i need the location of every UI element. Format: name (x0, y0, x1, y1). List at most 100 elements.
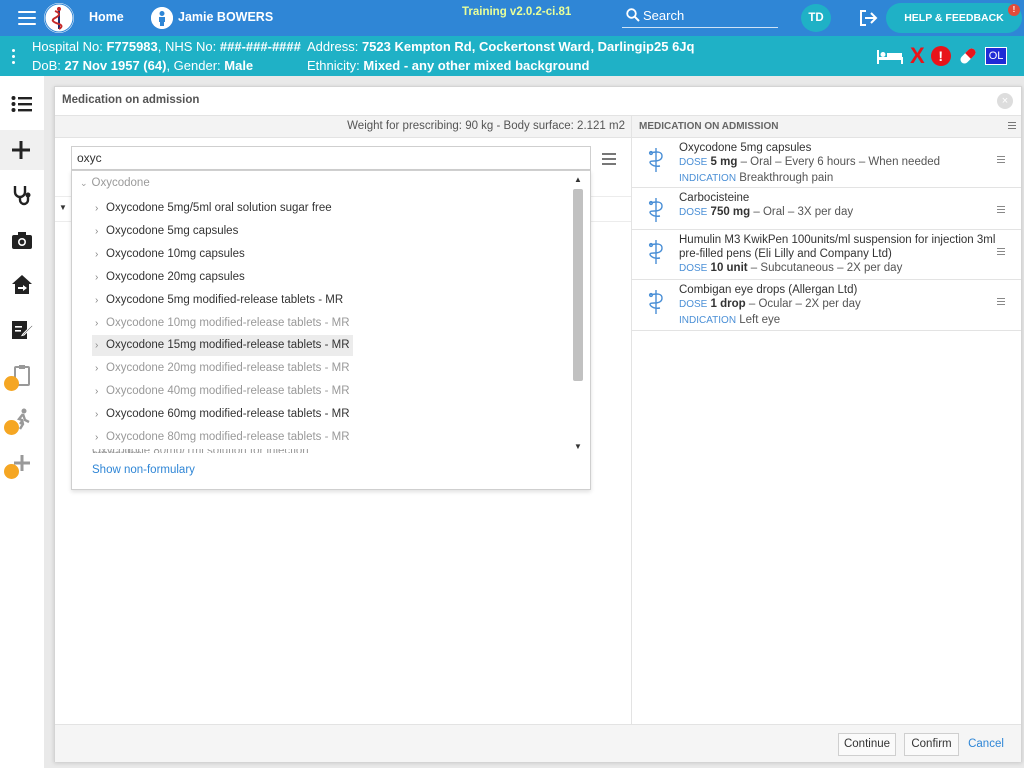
lock-icon (4, 464, 19, 479)
ol-badge[interactable]: OL (984, 47, 1008, 65)
medication-list-header: MEDICATION ON ADMISSION (632, 116, 1021, 138)
camera-icon[interactable] (0, 220, 44, 260)
chevron-right-icon: › (95, 409, 99, 421)
medication-icon (646, 147, 666, 176)
medication-entry[interactable]: Oxycodone 5mg capsules DOSE 5 mg – Oral –… (632, 138, 1021, 188)
continue-button[interactable]: Continue (838, 733, 896, 756)
drug-result-label: Oxycodone 80mg modified-release tablets … (106, 431, 350, 443)
version-label: Training v2.0.2-ci.81 (462, 6, 572, 18)
list-view-icon[interactable] (0, 84, 44, 124)
result-group-label: Oxycodone (91, 177, 150, 189)
dose-detail: – Subcutaneous – 2X per day (747, 262, 903, 274)
medication-menu-icon[interactable] (997, 206, 1005, 215)
drug-result-item[interactable]: › Oxycodone 5mg/5ml oral solution sugar f… (92, 198, 335, 219)
confirm-button[interactable]: Confirm (904, 733, 959, 756)
chevron-right-icon: › (95, 271, 99, 283)
indication-tag: INDICATION (679, 315, 737, 326)
patient-name[interactable]: Jamie BOWERS (178, 10, 273, 24)
patient-banner: Hospital No: F775983, NHS No: ###-###-##… (0, 36, 1024, 76)
chevron-right-icon: › (95, 294, 99, 306)
edit-document-icon[interactable] (0, 308, 44, 348)
medication-entry[interactable]: Combigan eye drops (Allergan Ltd) DOSE 1 … (632, 280, 1021, 331)
global-search[interactable]: Search (622, 5, 778, 28)
hospital-no: F775983 (106, 39, 158, 54)
add-icon[interactable] (0, 130, 44, 170)
lock-icon (4, 376, 19, 391)
medication-name: Combigan eye drops (Allergan Ltd) (679, 284, 858, 296)
app-logo[interactable] (44, 3, 74, 33)
medication-list-pane: MEDICATION ON ADMISSION Oxycodone 5mg ca… (632, 116, 1021, 724)
home-transfer-icon[interactable] (0, 264, 44, 304)
menu-icon[interactable] (18, 11, 36, 25)
bed-icon[interactable] (876, 47, 904, 65)
locked-add-item[interactable] (0, 442, 44, 482)
drug-search-input[interactable] (71, 146, 591, 170)
medication-menu-icon[interactable] (997, 248, 1005, 257)
caret-down-icon[interactable]: ▼ (59, 203, 67, 212)
chevron-right-icon: › (95, 225, 99, 237)
drug-result-item[interactable]: › Oxycodone 10mg modified-release tablets… (92, 313, 353, 334)
dose-value: 5 mg (710, 156, 738, 168)
result-group-header[interactable]: ⌄ Oxycodone (80, 177, 150, 189)
gender-label: , Gender: (166, 58, 221, 73)
cancel-button[interactable]: Cancel (965, 733, 1007, 756)
list-options-icon[interactable] (602, 153, 616, 168)
results-list[interactable]: ⌄ Oxycodone › Oxycodone 5mg/5ml oral solut… (72, 173, 570, 453)
banner-ids: Hospital No: F775983, NHS No: ###-###-##… (32, 39, 301, 54)
locked-clipboard-item[interactable] (0, 354, 44, 394)
pill-icon[interactable] (957, 45, 979, 67)
top-bar: Home Jamie BOWERS Training v2.0.2-ci.81 … (0, 0, 1024, 36)
left-rail (0, 76, 44, 768)
help-feedback-button[interactable]: HELP & FEEDBACK ! (886, 3, 1022, 33)
alert-icon[interactable]: ! (930, 46, 951, 66)
dose-value: 10 unit (710, 262, 748, 274)
scrollbar-thumb[interactable] (573, 189, 583, 381)
partial-next-result: Oxycodone 80mg/1ml solution for injectio… (92, 449, 352, 453)
home-link[interactable]: Home (89, 10, 124, 24)
medication-entry[interactable]: Humulin M3 KwikPen 100units/ml suspensio… (632, 230, 1021, 280)
stethoscope-icon[interactable] (0, 174, 44, 214)
chevron-right-icon: › (95, 363, 99, 375)
medication-dose: DOSE 750 mg – Oral – 3X per day (679, 206, 853, 218)
drug-result-item[interactable]: › Oxycodone 20mg capsules (92, 267, 248, 288)
drug-result-item[interactable]: › Oxycodone 5mg capsules (92, 221, 241, 242)
drug-result-item[interactable]: › Oxycodone 10mg capsules (92, 244, 248, 265)
chevron-right-icon: › (95, 340, 99, 352)
show-non-formulary-link[interactable]: Show non-formulary (92, 464, 195, 476)
close-icon[interactable]: × (997, 93, 1013, 109)
drug-result-label: Oxycodone 10mg capsules (106, 247, 245, 260)
user-avatar[interactable]: TD (801, 4, 831, 32)
drug-result-item[interactable]: › Oxycodone 80mg modified-release tablets… (92, 427, 353, 448)
drug-result-item[interactable]: › Oxycodone 40mg modified-release tablets… (92, 381, 353, 402)
medication-name: Oxycodone 5mg capsules (679, 142, 812, 154)
medication-name: Carbocisteine (679, 192, 750, 204)
logout-icon[interactable] (858, 9, 878, 27)
medication-entry[interactable]: Carbocisteine DOSE 750 mg – Oral – 3X per… (632, 188, 1021, 230)
locked-person-item[interactable] (0, 398, 44, 438)
indication-value: Left eye (739, 314, 781, 326)
dob-value: 27 Nov 1957 (64) (64, 58, 167, 73)
list-menu-icon[interactable] (1008, 122, 1016, 131)
medication-menu-icon[interactable] (997, 156, 1005, 165)
drug-result-label: Oxycodone 5mg modified-release tablets -… (106, 293, 344, 306)
medication-menu-icon[interactable] (997, 298, 1005, 307)
drug-result-item[interactable]: › Oxycodone 15mg modified-release tablets… (92, 335, 353, 357)
weight-bar: Weight for prescribing: 90 kg - Body sur… (55, 116, 631, 138)
banner-flags: X ! OL (876, 45, 1008, 67)
scroll-down-icon[interactable]: ▼ (574, 442, 582, 451)
drug-result-item[interactable]: › Oxycodone 5mg modified-release tablets … (92, 290, 346, 311)
allergy-flag-x[interactable]: X (910, 45, 925, 67)
ethnicity-value: Mixed - any other mixed background (363, 58, 590, 73)
banner-menu-icon[interactable] (12, 49, 16, 67)
chevron-right-icon: › (95, 203, 99, 214)
ethnicity-label: Ethnicity: (307, 58, 360, 73)
dose-value: 1 drop (710, 298, 746, 310)
medication-icon (646, 239, 666, 268)
medication-name: Humulin M3 KwikPen 100units/ml suspensio… (679, 234, 996, 260)
medication-indication: INDICATION Breakthrough pain (679, 172, 833, 184)
scroll-up-icon[interactable]: ▲ (574, 175, 582, 184)
drug-result-item[interactable]: › Oxycodone 60mg modified-release tablets… (92, 404, 353, 425)
results-scrollbar[interactable]: ▲ ▼ (572, 175, 584, 451)
drug-search-results: ⌄ Oxycodone › Oxycodone 5mg/5ml oral solut… (71, 170, 591, 490)
drug-result-item[interactable]: › Oxycodone 20mg modified-release tablets… (92, 358, 353, 379)
